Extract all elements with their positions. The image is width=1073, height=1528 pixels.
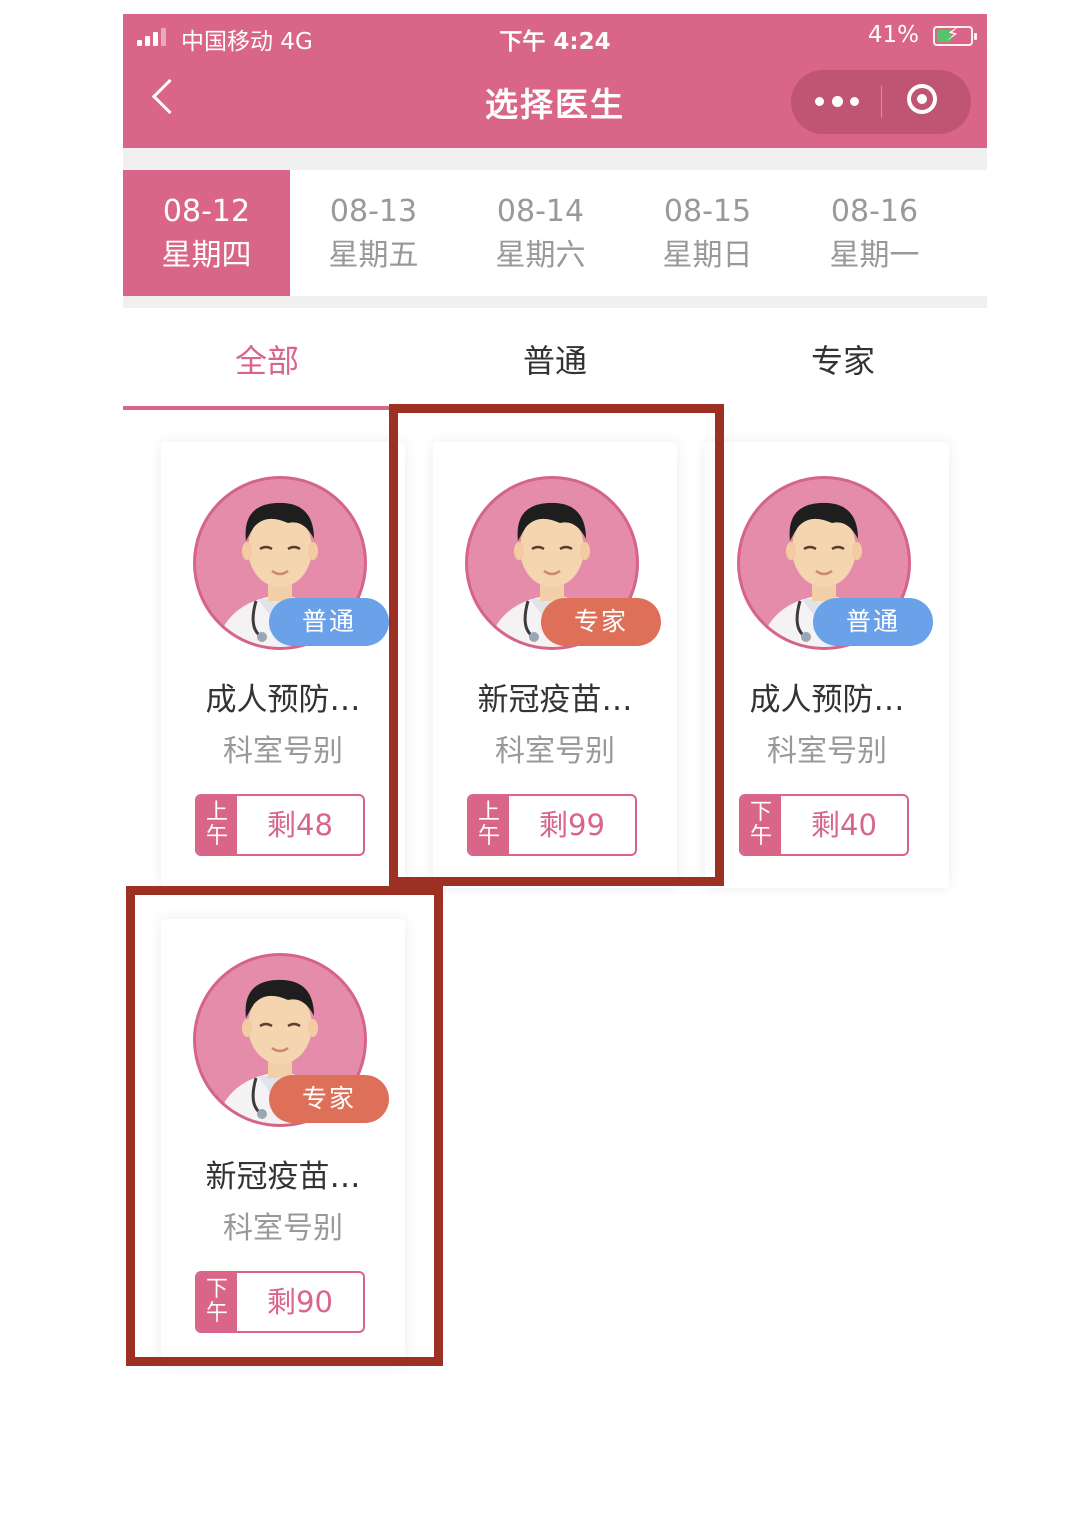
- date-label: 08-12: [162, 194, 251, 229]
- highlight-box: [126, 886, 443, 1366]
- highlight-box: [389, 404, 724, 886]
- slot-button[interactable]: 上午 剩48: [195, 794, 365, 856]
- close-miniprogram-icon[interactable]: [907, 84, 937, 114]
- tab-all[interactable]: 全部: [123, 308, 411, 410]
- weekday-label: 星期六: [495, 238, 586, 273]
- date-label: 08-16: [830, 194, 919, 229]
- weekday-label: 星期一: [829, 238, 920, 273]
- date-tab[interactable]: 08-13 星期五: [290, 170, 457, 296]
- doctor-card[interactable]: 普通 成人预防… 科室号别 下午 剩40: [705, 442, 949, 888]
- date-tab[interactable]: 08-15 星期日: [624, 170, 791, 296]
- capsule-menu: [791, 70, 971, 134]
- date-label: 08-14: [496, 194, 585, 229]
- doctor-level-badge: 普通: [813, 598, 933, 646]
- doctor-dept: 科室号别: [223, 734, 343, 769]
- doctor-card[interactable]: 普通 成人预防… 科室号别 上午 剩48: [161, 442, 405, 888]
- remaining-count: 剩40: [811, 808, 877, 842]
- slot-button[interactable]: 下午 剩40: [739, 794, 909, 856]
- tab-expert[interactable]: 专家: [699, 308, 987, 410]
- date-tab[interactable]: 08-16 星期一: [791, 170, 958, 296]
- header: 中国移动 4G 下午 4:24 41% ⚡ 选择医生: [123, 14, 987, 148]
- doctor-name: 成人预防…: [749, 682, 905, 718]
- date-selector: 08-12 星期四 08-13 星期五 08-14 星期六 08-15 星期日 …: [123, 170, 987, 296]
- more-icon[interactable]: [815, 96, 859, 107]
- weekday-label: 星期日: [662, 238, 753, 273]
- mini-program-screen: 中国移动 4G 下午 4:24 41% ⚡ 选择医生 08-12 星期四 08-…: [123, 14, 987, 1394]
- period-label: 下午: [741, 796, 781, 854]
- tab-normal[interactable]: 普通: [411, 308, 699, 410]
- date-label: 08-15: [663, 194, 752, 229]
- weekday-label: 星期五: [328, 238, 419, 273]
- status-time: 下午 4:24: [499, 29, 611, 55]
- battery-percent: 41%: [867, 22, 919, 48]
- status-bar: 中国移动 4G 下午 4:24 41% ⚡: [123, 14, 987, 60]
- weekday-label: 星期四: [161, 238, 252, 273]
- doctor-name: 成人预防…: [205, 682, 361, 718]
- doctor-dept: 科室号别: [767, 734, 887, 769]
- remaining-count: 剩48: [267, 808, 333, 842]
- period-label: 上午: [197, 796, 237, 854]
- doctor-type-tabs: 全部 普通 专家: [123, 308, 987, 410]
- date-label: 08-13: [329, 194, 418, 229]
- date-tab[interactable]: 08-12 星期四: [123, 170, 290, 296]
- doctor-level-badge: 普通: [269, 598, 389, 646]
- battery-icon: ⚡: [933, 24, 977, 46]
- date-tab[interactable]: 08-14 星期六: [457, 170, 624, 296]
